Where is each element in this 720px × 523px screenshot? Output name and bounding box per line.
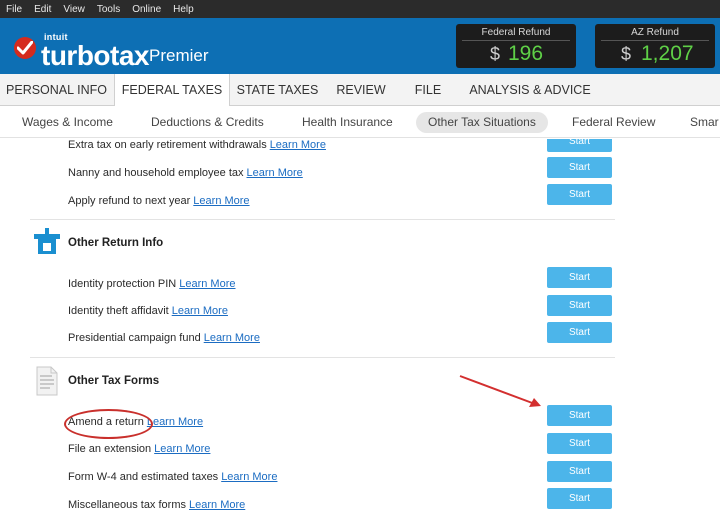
start-button[interactable]: Start <box>547 139 612 152</box>
az-refund-meter[interactable]: AZ Refund $ 1,207 <box>595 24 715 68</box>
section-divider <box>30 357 615 358</box>
tab-federal-taxes[interactable]: FEDERAL TAXES <box>114 74 230 107</box>
item-label: Identity protection PIN <box>68 278 177 290</box>
learn-more-link[interactable]: Learn More <box>204 332 260 344</box>
start-button[interactable]: Start <box>547 433 612 454</box>
tab-review[interactable]: REVIEW <box>325 74 397 106</box>
learn-more-link[interactable]: Learn More <box>247 167 303 179</box>
start-button[interactable]: Start <box>547 405 612 426</box>
item-label: Apply refund to next year <box>68 195 191 207</box>
item-label: Miscellaneous tax forms <box>68 499 186 511</box>
list-item: Identity theft affidavit Learn More <box>68 305 228 317</box>
learn-more-link[interactable]: Learn More <box>193 195 249 207</box>
learn-more-link[interactable]: Learn More <box>270 139 326 151</box>
az-refund-currency: $ <box>621 44 632 64</box>
start-button[interactable]: Start <box>547 157 612 178</box>
list-item: File an extension Learn More <box>68 443 210 455</box>
menu-tools[interactable]: Tools <box>97 4 120 15</box>
section-divider <box>30 219 615 220</box>
refund-divider <box>601 40 709 41</box>
subnav-federal-review[interactable]: Federal Review <box>572 106 655 138</box>
list-item: Identity protection PIN Learn More <box>68 278 236 290</box>
subnav-health-insurance[interactable]: Health Insurance <box>302 106 393 138</box>
az-refund-label: AZ Refund <box>631 27 679 38</box>
app-header: intuit turbotax Premier Federal Refund $… <box>0 18 720 74</box>
turbotax-check-icon <box>14 37 36 59</box>
tab-personal-info[interactable]: PERSONAL INFO <box>0 74 113 106</box>
federal-refund-meter[interactable]: Federal Refund $ 196 <box>456 24 576 68</box>
section-title-other-tax-forms: Other Tax Forms <box>68 375 160 387</box>
tab-file[interactable]: FILE <box>398 74 458 106</box>
item-label: Nanny and household employee tax <box>68 167 244 179</box>
federal-refund-currency: $ <box>490 44 501 64</box>
learn-more-link[interactable]: Learn More <box>154 443 210 455</box>
item-label: Extra tax on early retirement withdrawal… <box>68 139 267 151</box>
federal-refund-amount: 196 <box>508 42 544 65</box>
list-item: Extra tax on early retirement withdrawal… <box>68 139 326 151</box>
list-item: Nanny and household employee tax Learn Mo… <box>68 167 303 179</box>
menu-view[interactable]: View <box>63 4 85 15</box>
item-label: Presidential campaign fund <box>68 332 201 344</box>
item-label: Identity theft affidavit <box>68 305 169 317</box>
menu-help[interactable]: Help <box>173 4 194 15</box>
learn-more-link[interactable]: Learn More <box>189 499 245 511</box>
section-title-other-return-info: Other Return Info <box>68 237 164 249</box>
subnav-wages-income[interactable]: Wages & Income <box>22 106 113 138</box>
list-item: Apply refund to next year Learn More <box>68 195 250 207</box>
item-label: Form W-4 and estimated taxes <box>68 471 219 483</box>
subnav-other-tax-situations[interactable]: Other Tax Situations <box>416 112 548 133</box>
arrow-annotation <box>459 375 541 407</box>
turbotax-logo-text: turbotax <box>41 40 150 71</box>
learn-more-link[interactable]: Learn More <box>172 305 228 317</box>
tab-state-taxes[interactable]: STATE TAXES <box>231 74 324 106</box>
edition-label: Premier <box>149 46 209 65</box>
learn-more-link[interactable]: Learn More <box>221 471 277 483</box>
list-item: Presidential campaign fund Learn More <box>68 332 260 344</box>
content-area: Extra tax on early retirement withdrawal… <box>0 139 720 523</box>
federal-refund-label: Federal Refund <box>481 27 551 38</box>
menu-edit[interactable]: Edit <box>34 4 51 15</box>
menu-bar: File Edit View Tools Online Help <box>0 0 720 18</box>
start-button[interactable]: Start <box>547 295 612 316</box>
start-button[interactable]: Start <box>547 267 612 288</box>
menu-file[interactable]: File <box>6 4 22 15</box>
main-tab-bar: PERSONAL INFO FEDERAL TAXES STATE TAXES … <box>0 74 720 107</box>
tax-form-document-icon <box>36 366 58 396</box>
subnav-smart-check[interactable]: Smar <box>690 106 719 138</box>
item-label: File an extension <box>68 443 152 455</box>
start-button[interactable]: Start <box>547 461 612 482</box>
menu-online[interactable]: Online <box>132 4 161 15</box>
start-button[interactable]: Start <box>547 184 612 205</box>
az-refund-amount: 1,207 <box>641 42 694 65</box>
refund-divider <box>462 40 570 41</box>
learn-more-link[interactable]: Learn More <box>179 278 235 290</box>
list-item: Form W-4 and estimated taxes Learn More <box>68 471 277 483</box>
list-item: Miscellaneous tax forms Learn More <box>68 499 245 511</box>
tax-return-icon <box>34 228 60 254</box>
learn-more-link[interactable]: Learn More <box>147 416 203 428</box>
tab-analysis-advice[interactable]: ANALYSIS & ADVICE <box>460 74 600 106</box>
start-button[interactable]: Start <box>547 322 612 343</box>
start-button[interactable]: Start <box>547 488 612 509</box>
highlight-ellipse-annotation <box>64 409 153 439</box>
subnav-deductions-credits[interactable]: Deductions & Credits <box>151 106 264 138</box>
sub-nav: Wages & Income Deductions & Credits Heal… <box>0 106 720 138</box>
